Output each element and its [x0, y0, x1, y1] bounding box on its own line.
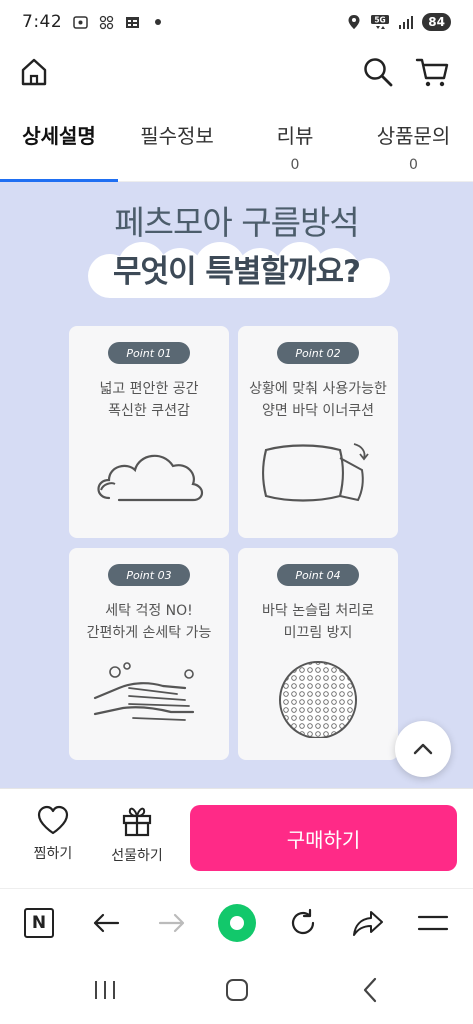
- feature-card: Point 01 넓고 편안한 공간 폭신한 쿠션감: [69, 326, 229, 538]
- feature-text: 바닥 논슬립 처리로 미끄림 방지: [238, 600, 398, 644]
- feature-line: 상황에 맞춰 사용가능한: [249, 381, 387, 397]
- screenshot-icon: [72, 14, 88, 30]
- tab-label: 상품문의: [376, 124, 451, 148]
- feature-text: 세탁 걱정 NO! 간편하게 손세탁 가능: [69, 600, 229, 644]
- cart-icon: [415, 58, 449, 87]
- home-icon: [21, 58, 47, 86]
- feature-text: 넓고 편안한 공간 폭신한 쿠션감: [69, 378, 229, 422]
- network-5g-icon: 5G: [370, 14, 390, 30]
- search-icon: [364, 58, 393, 87]
- naver-button[interactable]: N: [19, 903, 59, 943]
- search-button[interactable]: [358, 52, 398, 92]
- purchase-bar: 찜하기 선물하기 구매하기: [0, 788, 473, 888]
- browser-share-button[interactable]: [348, 903, 388, 943]
- hand-wash-icon: [93, 662, 195, 721]
- detail-heading: 페츠모아 구름방석: [114, 203, 359, 242]
- detail-tabs: 상세설명 필수정보 리뷰 0 상품문의 0: [0, 108, 473, 182]
- arrow-right-icon: [158, 913, 185, 933]
- point-badge: Point 01: [108, 342, 190, 364]
- cart-button[interactable]: [412, 52, 452, 92]
- gift-icon: [122, 807, 152, 837]
- point-badge: Point 04: [277, 564, 359, 586]
- cloud-icon: [97, 454, 204, 502]
- point-badge: Point 03: [108, 564, 190, 586]
- reload-icon: [291, 908, 315, 935]
- scroll-to-top-button[interactable]: [395, 721, 451, 777]
- hamburger-menu-icon: [417, 915, 449, 931]
- browser-menu-button[interactable]: [413, 903, 453, 943]
- wishlist-button[interactable]: 찜하기: [18, 805, 88, 863]
- grid-app-icon: [124, 14, 140, 30]
- product-detail-image: 페츠모아 구름방석 무엇이 특별할까요? Point 01 넓고 편안한 공간 …: [0, 182, 473, 788]
- svg-text:5G: 5G: [375, 16, 386, 25]
- feature-card: Point 02 상황에 맞춰 사용가능한 양면 바닥 이너쿠션: [238, 326, 398, 538]
- wishlist-label: 찜하기: [33, 846, 73, 862]
- feature-line: 양면 바닥 이너쿠션: [262, 403, 374, 419]
- browser-back-button[interactable]: [86, 903, 126, 943]
- inquiry-count: 0: [409, 157, 418, 173]
- feature-line: 세탁 걱정 NO!: [105, 603, 193, 619]
- notification-dot-icon: [150, 14, 166, 30]
- tab-detail-description[interactable]: 상세설명: [0, 108, 118, 182]
- browser-home-button[interactable]: [217, 903, 257, 943]
- heart-icon: [37, 805, 69, 835]
- home-button[interactable]: [14, 52, 54, 92]
- browser-forward-button[interactable]: [152, 903, 192, 943]
- battery-indicator: 84: [422, 13, 451, 31]
- system-home-button[interactable]: [217, 974, 257, 1006]
- feature-line: 폭신한 쿠션감: [108, 403, 190, 419]
- non-slip-dots-icon: [279, 661, 357, 738]
- signal-icon: [398, 14, 414, 30]
- tab-label: 리뷰: [276, 124, 314, 148]
- chevron-left-icon: [363, 977, 377, 1003]
- browser-reload-button[interactable]: [283, 903, 323, 943]
- gift-label: 선물하기: [111, 848, 163, 864]
- system-back-button[interactable]: [350, 974, 390, 1006]
- tab-reviews[interactable]: 리뷰 0: [236, 108, 354, 181]
- status-time: 7:42: [22, 12, 63, 32]
- tab-product-inquiry[interactable]: 상품문의 0: [354, 108, 473, 181]
- feature-card: Point 03 세탁 걱정 NO! 간편하게 손세탁 가능: [69, 548, 229, 760]
- naver-logo-icon: N: [24, 908, 54, 938]
- status-bar: 7:42 5G 84: [0, 0, 473, 44]
- feature-line: 미끄림 방지: [283, 625, 353, 641]
- system-navigation-bar: [0, 956, 473, 1024]
- arrow-left-icon: [93, 913, 120, 933]
- buy-button[interactable]: 구매하기: [190, 805, 457, 871]
- location-icon: [346, 14, 362, 30]
- feature-line: 간편하게 손세탁 가능: [86, 625, 212, 641]
- gift-button[interactable]: 선물하기: [102, 805, 172, 865]
- feature-text: 상황에 맞춰 사용가능한 양면 바닥 이너쿠션: [238, 378, 398, 422]
- home-square-icon: [226, 979, 248, 1001]
- naver-logo-text: N: [31, 913, 47, 933]
- recent-apps-icon: [95, 981, 115, 999]
- feature-line: 바닥 논슬립 처리로: [262, 603, 374, 619]
- link-icon: [98, 14, 114, 30]
- pillow-flip-icon: [261, 443, 369, 502]
- app-header: [0, 44, 473, 100]
- feature-line: 넓고 편안한 공간: [99, 381, 199, 397]
- green-circle-icon: [218, 904, 256, 942]
- point-badge: Point 02: [277, 342, 359, 364]
- tab-label: 필수정보: [140, 124, 214, 148]
- tab-label: 상세설명: [22, 124, 96, 148]
- feature-card: Point 04 바닥 논슬립 처리로 미끄림 방지: [238, 548, 398, 760]
- chevron-up-icon: [413, 743, 433, 755]
- share-arrow-icon: [353, 911, 383, 936]
- review-count: 0: [290, 157, 300, 173]
- recent-apps-button[interactable]: [85, 974, 125, 1006]
- detail-subheading: 무엇이 특별할까요?: [113, 254, 361, 290]
- browser-toolbar: N: [0, 888, 473, 956]
- tab-required-info[interactable]: 필수정보: [118, 108, 236, 181]
